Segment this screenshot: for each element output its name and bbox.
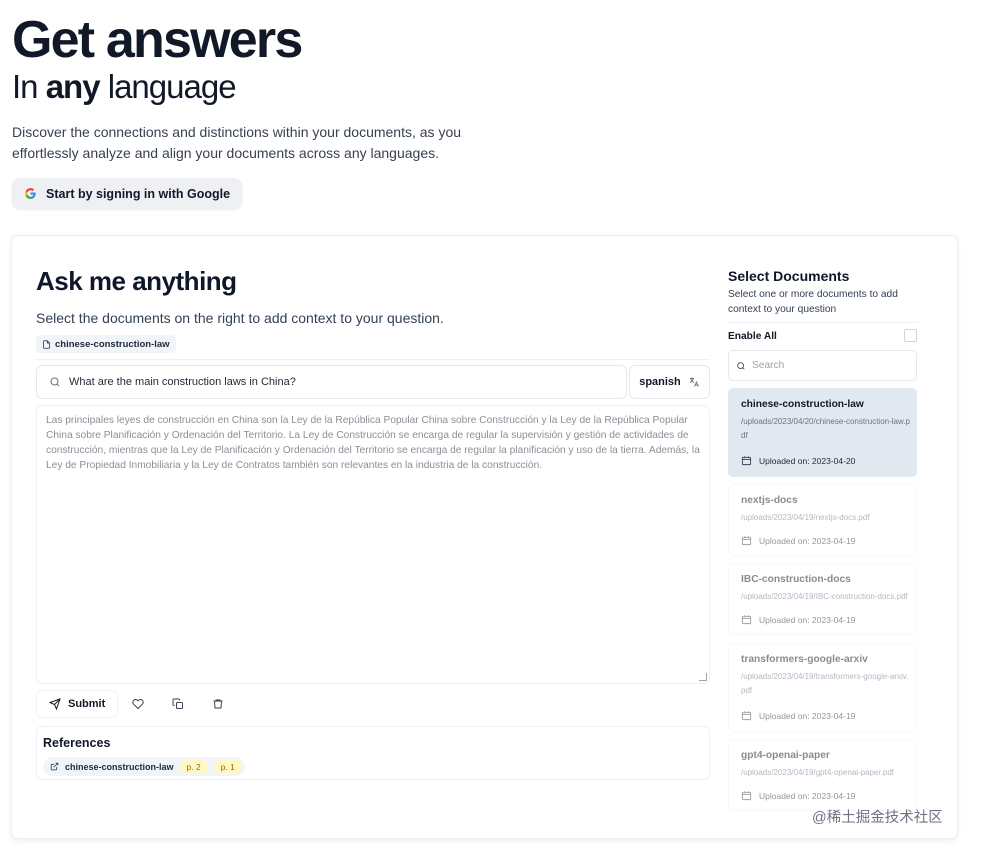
document-name: gpt4-openai-paper	[741, 750, 830, 761]
language-select[interactable]: spanish	[629, 365, 710, 399]
document-path: /uploads/2023/04/20/chinese-construction…	[741, 417, 910, 440]
calendar-icon	[741, 711, 752, 721]
enable-all-label: Enable All	[728, 331, 777, 342]
document-card[interactable]: transformers-google-arxiv /uploads/2023/…	[728, 643, 917, 732]
hero-title: Get answers	[12, 11, 303, 69]
hero-description: Discover the connections and distinction…	[12, 124, 462, 161]
hero-subtitle-bold: any	[45, 68, 101, 105]
hero-section: Get answers In any language Discover the…	[12, 12, 532, 209]
answer-toolbar: Submit	[36, 690, 238, 718]
delete-button[interactable]	[198, 690, 238, 718]
hero-subtitle: In any language	[12, 68, 532, 106]
trash-icon	[213, 699, 223, 709]
heart-icon	[132, 698, 144, 710]
page-badge[interactable]: p. 1	[213, 759, 242, 774]
submit-label: Submit	[68, 698, 106, 710]
document-date-label: Uploaded on: 2023-04-19	[759, 535, 856, 546]
google-signin-button[interactable]: Start by signing in with Google	[12, 178, 243, 209]
document-date-label: Uploaded on: 2023-04-20	[759, 455, 856, 466]
document-date-label: Uploaded on: 2023-04-19	[759, 710, 856, 721]
copy-button[interactable]	[158, 690, 198, 718]
reference-chip[interactable]: chinese-construction-law p. 2 p. 1	[43, 757, 245, 776]
copy-icon	[172, 698, 184, 709]
selected-doc-chip[interactable]: chinese-construction-law	[36, 335, 176, 353]
document-path: /uploads/2023/04/19/transformers-google-…	[741, 672, 909, 695]
document-card[interactable]: nextjs-docs /uploads/2023/04/19/nextjs-d…	[728, 484, 917, 556]
document-name: chinese-construction-law	[741, 399, 864, 410]
question-text: What are the main construction laws in C…	[69, 376, 296, 388]
question-input[interactable]: What are the main construction laws in C…	[36, 365, 627, 399]
references-title: References	[43, 736, 111, 750]
document-name: transformers-google-arxiv	[741, 654, 868, 665]
search-placeholder: Search	[752, 360, 785, 371]
search-icon	[737, 361, 745, 370]
hero-subtitle-suffix: language	[99, 68, 237, 105]
send-icon	[49, 698, 61, 710]
documents-sidebar: Select Documents Select one or more docu…	[727, 236, 927, 838]
document-date: Uploaded on: 2023-04-19	[741, 614, 855, 625]
document-path: /uploads/2023/04/19/IBC-construction-doc…	[741, 592, 908, 601]
reference-doc-label: chinese-construction-law	[65, 761, 174, 772]
document-date: Uploaded on: 2023-04-19	[741, 790, 855, 801]
sidebar-title: Select Documents	[728, 268, 850, 284]
divider	[36, 359, 710, 360]
hero-subtitle-prefix: In	[12, 68, 46, 105]
document-path: /uploads/2023/04/19/nextjs-docs.pdf	[741, 513, 870, 522]
answer-textarea[interactable]: Las principales leyes de construcción en…	[36, 405, 710, 684]
document-path: /uploads/2023/04/19/gpt4-openai-paper.pd…	[741, 768, 895, 777]
ask-subtitle: Select the documents on the right to add…	[36, 310, 444, 326]
references-panel: References chinese-construction-law p. 2…	[36, 726, 710, 780]
translate-icon	[689, 377, 699, 387]
document-date-label: Uploaded on: 2023-04-19	[759, 614, 856, 625]
calendar-icon	[741, 536, 752, 546]
external-link-icon	[50, 762, 59, 771]
watermark: @稀土掘金技术社区	[812, 810, 943, 826]
calendar-icon	[741, 791, 752, 801]
document-card[interactable]: IBC-construction-docs /uploads/2023/04/1…	[728, 563, 917, 635]
like-button[interactable]	[118, 690, 158, 718]
google-signin-label: Start by signing in with Google	[46, 186, 231, 201]
document-date: Uploaded on: 2023-04-19	[741, 710, 855, 721]
sidebar-subtitle: Select one or more documents to add cont…	[728, 289, 898, 315]
document-name: IBC-construction-docs	[741, 574, 851, 585]
document-search-input[interactable]: Search	[728, 350, 917, 381]
divider	[728, 322, 918, 323]
ask-title: Ask me anything	[36, 266, 237, 296]
calendar-icon	[741, 456, 752, 466]
document-date: Uploaded on: 2023-04-19	[741, 535, 855, 546]
resize-handle[interactable]	[699, 673, 707, 681]
document-name: nextjs-docs	[741, 495, 798, 506]
calendar-icon	[741, 615, 752, 625]
document-card[interactable]: gpt4-openai-paper /uploads/2023/04/19/gp…	[728, 739, 917, 811]
google-icon	[25, 188, 36, 199]
page-badge[interactable]: p. 2	[179, 759, 208, 774]
selected-doc-label: chinese-construction-law	[55, 338, 170, 350]
document-date: Uploaded on: 2023-04-20	[741, 455, 855, 466]
document-date-label: Uploaded on: 2023-04-19	[759, 790, 856, 801]
enable-all-checkbox[interactable]	[904, 329, 917, 342]
answer-text: Las principales leyes de construcción en…	[46, 415, 700, 471]
ask-card: Ask me anything Select the documents on …	[11, 235, 958, 839]
language-label: spanish	[639, 376, 681, 388]
file-icon	[43, 339, 50, 349]
document-card[interactable]: chinese-construction-law /uploads/2023/0…	[728, 388, 917, 477]
submit-button[interactable]: Submit	[36, 690, 119, 718]
search-icon	[50, 377, 60, 387]
